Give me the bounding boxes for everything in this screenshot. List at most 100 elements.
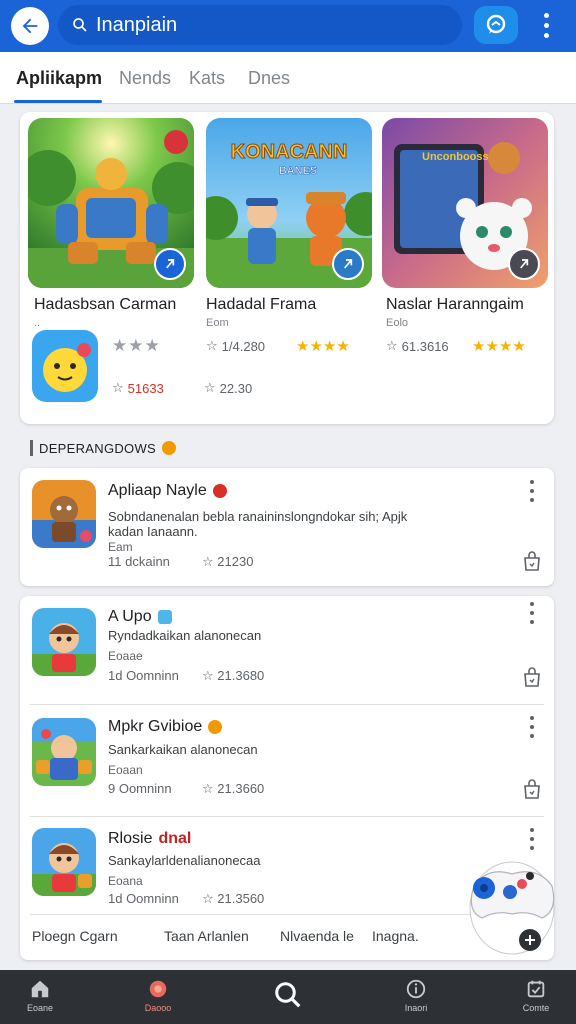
app-developer: Eoaae xyxy=(108,649,143,663)
app-description: Sobndanenalan bebla ranaininslongndokar … xyxy=(108,509,408,539)
featured-game-2-thumbnail[interactable]: KONACANN BANES xyxy=(206,118,372,288)
more-options-icon[interactable] xyxy=(534,10,558,40)
app-description: Sankaylarldenalianonecaa xyxy=(108,853,261,868)
cart-icon[interactable] xyxy=(522,550,542,572)
tab-apps[interactable]: Apliikapm xyxy=(16,68,102,89)
featured-game-3-subtitle: Eolo xyxy=(386,317,409,329)
cart-icon[interactable] xyxy=(522,666,542,688)
app-downloads: 1d Oomninn xyxy=(108,668,179,683)
star-outline-icon: ☆ xyxy=(206,338,218,353)
back-button[interactable] xyxy=(11,7,49,45)
app-downloads: 9 Oomninn xyxy=(108,781,172,796)
alert-badge-icon xyxy=(212,484,227,498)
app-title[interactable]: Apliaap Nayle xyxy=(108,482,227,500)
star-outline-icon: ☆ xyxy=(112,380,124,395)
divider xyxy=(30,704,544,705)
filter-chip[interactable]: Ploegn Cgarn xyxy=(32,928,118,944)
featured-game-1-subtitle: .. xyxy=(34,317,41,329)
app-name-highlight: dnal xyxy=(158,830,192,847)
app-name: A Upo xyxy=(108,608,152,625)
download-badge-icon xyxy=(332,248,364,280)
info-icon xyxy=(406,979,426,999)
app-name: Apliaap Nayle xyxy=(108,482,207,499)
download-badge-icon xyxy=(508,248,540,280)
app-icon[interactable] xyxy=(32,608,96,676)
nav-library[interactable]: Comte xyxy=(496,978,576,1013)
search-bar[interactable] xyxy=(58,5,462,45)
games-icon xyxy=(149,980,167,998)
star-outline-icon: ☆ xyxy=(202,781,214,796)
featured-game-3-art-title: Unconbooss xyxy=(422,151,489,163)
library-icon xyxy=(527,980,545,998)
divider xyxy=(30,816,544,817)
active-tab-indicator xyxy=(14,100,102,103)
tab-dnes[interactable]: Dnes xyxy=(248,68,290,89)
section-header: DEPERANGDOWS xyxy=(30,440,177,456)
app-rating: ☆ 21230 xyxy=(202,554,254,569)
featured-games-card: KONACANN BANES Unconbooss Hadasbsan Carm… xyxy=(20,112,554,424)
featured-game-2-title[interactable]: Hadadal Frama xyxy=(206,296,316,314)
app-developer: Eoaan xyxy=(108,763,143,777)
app-icon[interactable] xyxy=(32,480,96,548)
app-title[interactable]: Rlosie dnal xyxy=(108,830,191,848)
filter-chip[interactable]: Nlvaenda le xyxy=(280,928,354,944)
search-input[interactable] xyxy=(96,13,436,37)
category-tabs: Apliikapm Nends Kats Dnes xyxy=(0,52,576,104)
rating-stars: ★★★★ xyxy=(472,338,526,355)
star-outline-icon: ☆ xyxy=(202,554,214,569)
tab-kats[interactable]: Kats xyxy=(189,68,225,89)
tab-trends[interactable]: Nends xyxy=(119,68,171,89)
app-icon[interactable] xyxy=(32,828,96,896)
chat-button[interactable] xyxy=(474,6,518,44)
star-outline-icon: ☆ xyxy=(386,338,398,353)
list-card: Apliaap Nayle Sobndanenalan bebla ranain… xyxy=(20,468,554,586)
app-developer: Eoana xyxy=(108,874,143,888)
nav-games[interactable]: Daooo xyxy=(118,978,198,1013)
app-name: Mpkr Gvibioe xyxy=(108,718,203,735)
featured-game-1-rating: ★★★ xyxy=(112,336,161,356)
nav-info[interactable]: Inaori xyxy=(376,978,456,1013)
filter-chip[interactable]: Inagna. xyxy=(372,928,419,944)
search-icon xyxy=(275,982,301,1008)
featured-game-1-install-count: ☆ 51633 xyxy=(112,380,164,396)
chat-icon xyxy=(486,14,506,34)
gamepad-icon xyxy=(469,861,555,955)
app-title[interactable]: A Upo xyxy=(108,608,172,626)
featured-game-2-rating: ☆ 1/4.280 xyxy=(206,338,265,354)
app-bar xyxy=(0,0,576,52)
app-developer: Eam xyxy=(108,540,133,554)
rating-stars: ★★★★ xyxy=(296,338,350,355)
featured-game-3-title[interactable]: Naslar Haranngaim xyxy=(386,296,524,314)
filter-chip[interactable]: Taan Arlanlen xyxy=(164,928,249,944)
small-app-icon[interactable] xyxy=(32,330,98,402)
more-options-icon[interactable] xyxy=(522,480,542,502)
app-rating: ☆ 21.3680 xyxy=(202,668,265,683)
rating-value: 1/4.280 xyxy=(221,338,266,354)
more-options-icon[interactable] xyxy=(522,602,542,624)
coin-badge-icon xyxy=(208,720,223,734)
featured-game-3-thumbnail[interactable]: Unconbooss xyxy=(382,118,548,288)
rating-value: 61.3616 xyxy=(401,338,449,354)
gamepad-fab[interactable] xyxy=(468,856,556,956)
featured-game-2-subtitle: Eom xyxy=(206,317,229,329)
bottom-navigation: Eoane Daooo Inaori Comte xyxy=(0,970,576,1024)
more-options-icon[interactable] xyxy=(522,716,542,738)
featured-game-1-title[interactable]: Hadasbsan Carman xyxy=(34,296,176,314)
app-description: Sankarkaikan alanonecan xyxy=(108,742,258,757)
featured-game-2-stars: ★★★★ xyxy=(296,337,350,355)
app-title[interactable]: Mpkr Gvibioe xyxy=(108,718,223,736)
arrow-left-icon xyxy=(22,18,38,34)
featured-game-1-thumbnail[interactable] xyxy=(28,118,194,288)
info-badge-icon xyxy=(157,610,172,624)
section-title: DEPERANGDOWS xyxy=(39,440,157,456)
more-options-icon[interactable] xyxy=(522,828,542,850)
install-count: 51633 xyxy=(127,380,164,396)
app-downloads: 11 dckainn xyxy=(108,554,170,569)
star-outline-icon: ☆ xyxy=(204,380,216,395)
cart-icon[interactable] xyxy=(522,778,542,800)
nav-search[interactable] xyxy=(248,980,328,1013)
home-icon xyxy=(31,980,49,998)
app-downloads: 1d Oomninn xyxy=(108,891,179,906)
app-icon[interactable] xyxy=(32,718,96,786)
nav-home[interactable]: Eoane xyxy=(0,978,80,1013)
